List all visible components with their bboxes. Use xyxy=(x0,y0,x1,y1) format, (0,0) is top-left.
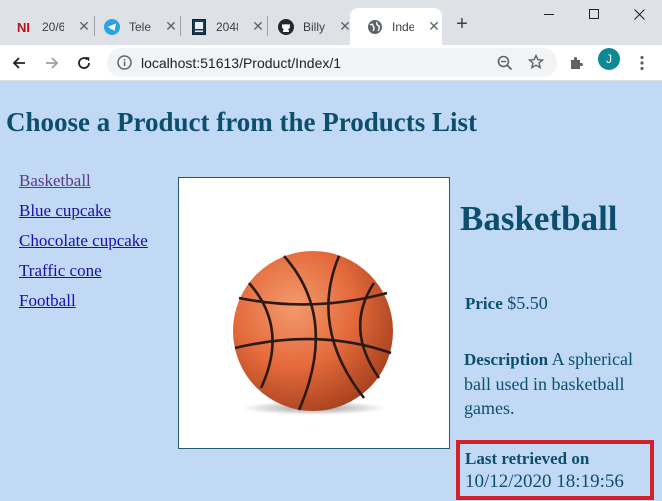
puzzle-icon xyxy=(571,57,583,69)
product-link-chocolate-cupcake[interactable]: Chocolate cupcake xyxy=(19,231,148,250)
github-icon xyxy=(278,18,294,35)
svg-text:NI: NI xyxy=(17,20,30,34)
maximize-button[interactable] xyxy=(571,2,617,26)
tab-title: 2048 xyxy=(216,19,238,34)
maximize-icon xyxy=(588,8,599,19)
forward-button[interactable] xyxy=(38,49,66,77)
minimize-icon xyxy=(543,13,554,15)
product-link-blue-cupcake[interactable]: Blue cupcake xyxy=(19,201,111,220)
info-icon[interactable] xyxy=(117,55,132,75)
tab-2[interactable]: Tele ✕ xyxy=(87,8,181,45)
tab-strip: NI 20/6 ✕ Tele ✕ 2048 ✕ Billy ✕ Inde ✕ + xyxy=(0,0,662,45)
minimize-button[interactable] xyxy=(526,2,572,26)
close-window-button[interactable] xyxy=(616,2,662,26)
product-image xyxy=(178,177,450,449)
globe-icon xyxy=(367,19,383,35)
ni-logo-icon: NI xyxy=(17,19,33,35)
zoom-icon[interactable] xyxy=(497,55,513,76)
url-text: localhost:51613/Product/Index/1 xyxy=(141,55,342,71)
list-item: Chocolate cupcake xyxy=(19,231,148,261)
browser-toolbar: localhost:51613/Product/Index/1 xyxy=(0,45,662,81)
product-list: Basketball Blue cupcake Chocolate cupcak… xyxy=(19,171,148,321)
last-retrieved-highlight: Last retrieved on 10/12/2020 18:19:56 xyxy=(456,440,654,500)
tab-active[interactable]: Inde ✕ xyxy=(350,8,442,45)
tab-title: Billy xyxy=(303,19,325,34)
basketball-image xyxy=(233,251,393,415)
arrow-left-icon xyxy=(12,57,25,69)
product-link-basketball[interactable]: Basketball xyxy=(19,171,91,190)
close-window-icon xyxy=(633,8,645,20)
tab-title: 20/6 xyxy=(42,19,64,34)
tab-3[interactable]: 2048 ✕ xyxy=(174,8,268,45)
list-item: Football xyxy=(19,291,148,321)
address-bar[interactable]: localhost:51613/Product/Index/1 xyxy=(107,48,557,77)
product-link-football[interactable]: Football xyxy=(19,291,76,310)
tab-1[interactable]: NI 20/6 ✕ xyxy=(0,8,94,45)
back-button[interactable] xyxy=(5,49,33,77)
telegram-icon xyxy=(104,18,120,35)
tab-title: Tele xyxy=(129,19,151,34)
reload-icon xyxy=(78,57,90,69)
description-label: Description xyxy=(464,350,549,369)
arrow-right-icon xyxy=(46,57,59,69)
reload-button[interactable] xyxy=(70,49,98,77)
list-item: Traffic cone xyxy=(19,261,148,291)
tab-title: Inde xyxy=(392,19,414,34)
product-link-traffic-cone[interactable]: Traffic cone xyxy=(19,261,102,280)
list-item: Blue cupcake xyxy=(19,201,148,231)
close-icon[interactable]: ✕ xyxy=(428,18,440,35)
price-label: Price xyxy=(465,294,503,313)
book-icon xyxy=(191,18,207,35)
star-icon[interactable] xyxy=(527,53,545,75)
page-title: Choose a Product from the Products List xyxy=(6,107,477,137)
price-value: $5.50 xyxy=(507,293,548,313)
extensions-button[interactable] xyxy=(563,49,591,77)
menu-button[interactable] xyxy=(628,49,656,77)
tab-4[interactable]: Billy ✕ xyxy=(261,8,355,45)
product-name: Basketball xyxy=(460,199,618,238)
last-retrieved-label: Last retrieved on xyxy=(465,449,590,468)
new-tab-button[interactable]: + xyxy=(452,14,472,34)
page-content: Choose a Product from the Products List … xyxy=(0,82,662,501)
price-row: Price $5.50 xyxy=(465,293,548,314)
profile-avatar[interactable]: J xyxy=(598,48,620,70)
kebab-menu-icon xyxy=(640,55,644,71)
list-item: Basketball xyxy=(19,171,148,201)
description-row: Description A spherical ball used in bas… xyxy=(464,347,654,420)
last-retrieved-value: 10/12/2020 18:19:56 xyxy=(465,471,624,492)
